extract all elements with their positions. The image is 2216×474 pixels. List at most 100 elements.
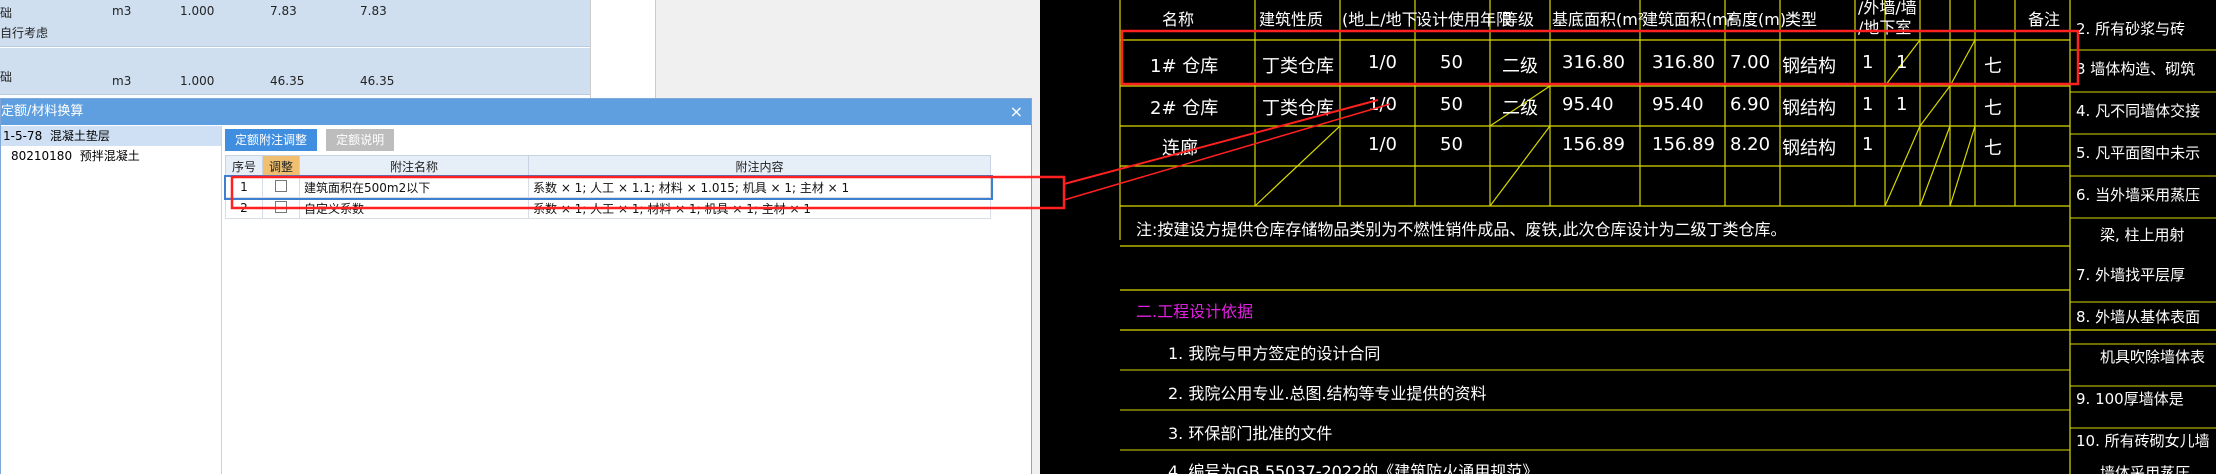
cad-header: /地下室 xyxy=(1858,18,1912,37)
cad-cell: 156.89 xyxy=(1652,134,1715,155)
row-no: 1 xyxy=(225,176,263,198)
cad-header: 类型 xyxy=(1785,10,1818,29)
col-content: 附注内容 xyxy=(528,155,991,177)
side-note: 梁, 柱上用射 xyxy=(2100,226,2185,244)
close-icon[interactable]: × xyxy=(1010,99,1023,125)
cad-cell: 6.90 xyxy=(1730,94,1771,115)
col-no: 序号 xyxy=(225,155,263,177)
cad-cell: 95.40 xyxy=(1562,94,1614,115)
item-total: 7.83 xyxy=(360,4,387,18)
cad-header: 建筑面积(m² xyxy=(1642,10,1735,29)
cad-cell: 七 xyxy=(1984,56,2002,77)
item-name: 础 xyxy=(0,6,13,20)
tab-description[interactable]: 定额说明 xyxy=(326,129,395,151)
table-row[interactable]: 础 m3 1.000 46.35 46.35 xyxy=(0,48,590,95)
cad-cell: 316.80 xyxy=(1652,52,1715,73)
cad-cell: 连廊 xyxy=(1162,138,1198,159)
cad-cell: 1# 仓库 xyxy=(1150,56,1219,77)
cad-cell: 1 xyxy=(1862,52,1874,73)
cad-cell: 七 xyxy=(1984,98,2002,119)
quota-tree: 1-5-78 混凝土垫层 80210180 预拌混凝土 xyxy=(1,126,222,474)
col-adjust: 调整 xyxy=(262,155,300,177)
item-qty: 1.000 xyxy=(180,4,215,18)
cad-header: 高度(m) xyxy=(1726,10,1787,29)
dialog-tabs: 定额附注调整 定额说明 xyxy=(225,129,398,151)
tree-code: 80210180 xyxy=(11,149,73,163)
conversion-dialog: 定额/材料换算 × 1-5-78 混凝土垫层 80210180 预拌混凝土 定额… xyxy=(0,98,1032,474)
cad-header: (地上/地下 xyxy=(1342,10,1418,29)
row-name: 建筑面积在500m2以下 xyxy=(299,176,529,198)
side-note: 9. 100厚墙体是 xyxy=(2076,390,2184,408)
cad-cell: 钢结构 xyxy=(1782,138,1836,159)
cad-cell: 1 xyxy=(1896,94,1908,115)
row-name: 自定义系数 xyxy=(299,197,529,219)
side-note: 10. 所有砖砌女儿墙 xyxy=(2076,432,2210,450)
side-note: 2. 所有砂浆与砖 xyxy=(2076,20,2186,38)
row-content[interactable]: 系数 × 1; 人工 × 1.1; 材料 × 1.015; 机具 × 1; 主材… xyxy=(528,176,991,198)
cad-cell: 156.89 xyxy=(1562,134,1625,155)
adjust-checkbox[interactable] xyxy=(275,179,287,192)
cad-header: 建筑性质 xyxy=(1259,10,1324,29)
cad-cell: 8.20 xyxy=(1730,134,1771,155)
cad-header: 基底面积(m² xyxy=(1552,10,1645,29)
table-row[interactable]: 2 自定义系数 系数 × 1; 人工 × 1; 材料 × 1; 机具 × 1; … xyxy=(225,197,991,219)
row-no: 2 xyxy=(225,197,263,219)
cad-cell: 丁类仓库 xyxy=(1262,98,1334,119)
cad-cell: 1 xyxy=(1896,52,1908,73)
side-note: 4. 凡不同墙体交接 xyxy=(2076,102,2201,120)
cad-row: 1# 仓库 丁类仓库 1/0 50 二级 316.80 316.80 7.00 … xyxy=(1040,52,2070,86)
side-note: 8. 外墙从基体表面 xyxy=(2076,308,2201,326)
cad-item: 1. 我院与甲方签定的设计合同 xyxy=(1168,344,1381,363)
cad-cell: 50 xyxy=(1440,134,1463,155)
cad-cell: 1/0 xyxy=(1368,94,1397,115)
cad-cell: 1 xyxy=(1862,94,1874,115)
cad-cell: 316.80 xyxy=(1562,52,1625,73)
estimation-app: 础 自行考虑 m3 1.000 7.83 7.83 础 m3 1.000 46.… xyxy=(0,0,1040,474)
tree-item-material[interactable]: 80210180 预拌混凝土 xyxy=(1,146,221,166)
cad-viewer[interactable]: 名称 建筑性质 (地上/地下 设计使用年限 等级 基底面积(m² 建筑面积(m²… xyxy=(1040,0,2216,474)
cad-cell: 二级 xyxy=(1502,56,1538,77)
cad-item: 3. 环保部门批准的文件 xyxy=(1168,424,1333,443)
cad-note: 注:按建设方提供仓库存储物品类别为不燃性销件成品、废铁,此次仓库设计为二级丁类仓… xyxy=(1136,220,1787,239)
item-table: 础 自行考虑 m3 1.000 7.83 7.83 础 m3 1.000 46.… xyxy=(0,0,655,100)
item-unit: m3 xyxy=(112,4,132,18)
item-name: 础 xyxy=(0,70,13,84)
side-note: 5. 凡平面图中未示 xyxy=(2076,144,2201,162)
item-price: 7.83 xyxy=(270,4,297,18)
side-note: 6. 当外墙采用蒸压 xyxy=(2076,186,2201,204)
tree-item-quota[interactable]: 1-5-78 混凝土垫层 xyxy=(1,126,221,146)
row-content[interactable]: 系数 × 1; 人工 × 1; 材料 × 1; 机具 × 1; 主材 × 1 xyxy=(528,197,991,219)
item-qty: 1.000 xyxy=(180,74,215,88)
item-price: 46.35 xyxy=(270,74,305,88)
tree-code: 1-5-78 xyxy=(3,129,43,143)
item-note: 自行考虑 xyxy=(0,26,49,40)
table-row[interactable]: 1 建筑面积在500m2以下 系数 × 1; 人工 × 1.1; 材料 × 1.… xyxy=(223,174,993,200)
cad-header: 设计使用年限 xyxy=(1416,10,1513,29)
table-row[interactable]: 础 自行考虑 m3 1.000 7.83 7.83 xyxy=(0,0,590,47)
cad-cell: 7.00 xyxy=(1730,52,1771,73)
dialog-titlebar[interactable]: 定额/材料换算 × xyxy=(1,99,1031,125)
cad-cell: 2# 仓库 xyxy=(1150,98,1219,119)
cad-cell: 七 xyxy=(1984,138,2002,159)
item-total: 46.35 xyxy=(360,74,395,88)
cad-row: 连廊 1/0 50 156.89 156.89 8.20 钢结构 1 七 xyxy=(1040,134,2070,168)
tab-adjustment[interactable]: 定额附注调整 xyxy=(225,129,318,151)
cad-section-title: 二.工程设计依据 xyxy=(1136,302,1254,321)
dialog-title: 定额/材料换算 xyxy=(1,104,84,119)
cad-cell: 50 xyxy=(1440,94,1463,115)
cad-header: 备注 xyxy=(2028,10,2061,29)
cad-cell: 钢结构 xyxy=(1782,56,1836,77)
cad-cell: 丁类仓库 xyxy=(1262,56,1334,77)
cad-row: 2# 仓库 丁类仓库 1/0 50 二级 95.40 95.40 6.90 钢结… xyxy=(1040,94,2070,128)
adjust-checkbox[interactable] xyxy=(275,200,287,213)
adjust-cell xyxy=(262,197,300,219)
side-note: 机具吹除墙体表 xyxy=(2100,348,2206,366)
cad-text-layer: 名称 建筑性质 (地上/地下 设计使用年限 等级 基底面积(m² 建筑面积(m²… xyxy=(1040,0,2216,474)
cad-cell: 95.40 xyxy=(1652,94,1704,115)
cad-item: 4. 编号为GB 55037-2022的《建筑防火通用规范》 xyxy=(1168,462,1539,474)
cad-cell: 1/0 xyxy=(1368,134,1397,155)
tree-name: 预拌混凝土 xyxy=(79,149,140,163)
side-note: 7. 外墙找平层厚 xyxy=(2076,266,2186,284)
side-note: 墙体采用蒸压 xyxy=(2100,464,2191,474)
tree-name: 混凝土垫层 xyxy=(49,129,110,143)
